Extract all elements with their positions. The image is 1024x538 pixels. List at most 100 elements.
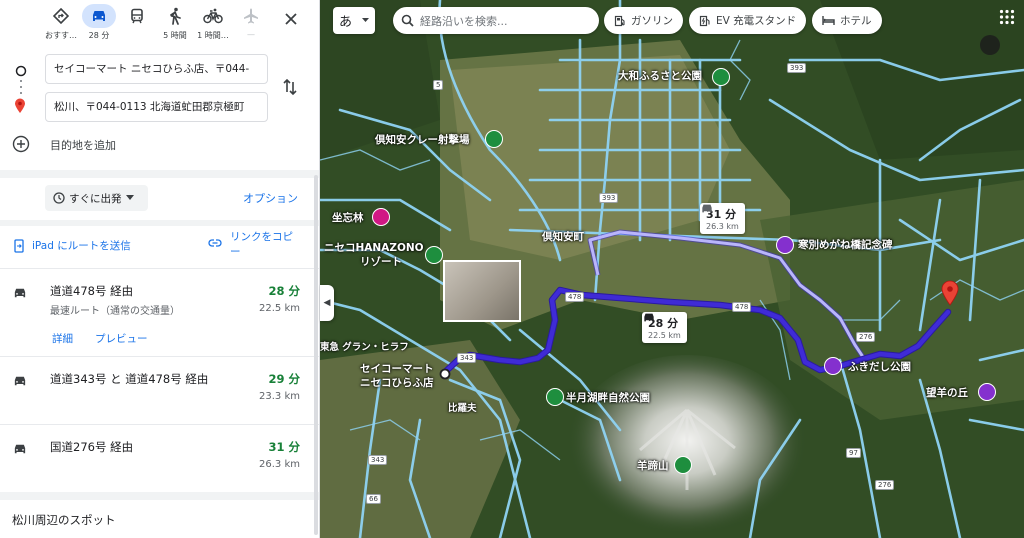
travel-mode-bar: おすす… 28 分 5 時間 1 時間… — <box>0 0 319 46</box>
divider <box>0 220 319 226</box>
chevron-left-icon: ◀ <box>323 298 331 308</box>
map-label[interactable]: 倶知安町 <box>542 229 584 244</box>
map-canvas[interactable]: 393 5 393 478 478 343 276 343 97 276 66 … <box>320 0 1024 538</box>
apps-grid-icon <box>999 9 1015 25</box>
landmark-pin-icon[interactable] <box>978 383 996 401</box>
map-label[interactable]: 坐忘林 <box>332 210 364 225</box>
search-icon <box>401 14 414 27</box>
walk-icon <box>158 4 192 28</box>
park-pin-icon[interactable] <box>485 130 503 148</box>
map-label[interactable]: 羊蹄山 <box>637 458 669 473</box>
route-distance: 23.3 km <box>259 391 300 402</box>
details-link[interactable]: 詳細 <box>52 331 73 346</box>
park-pin-icon[interactable] <box>425 246 443 264</box>
apps-grid-button[interactable] <box>999 9 1017 27</box>
panel-scrollbar[interactable] <box>314 175 318 535</box>
map-label[interactable]: 望羊の丘 <box>926 385 968 400</box>
map-label[interactable]: ニセコひらふ店 <box>360 375 434 390</box>
ev-charging-icon <box>699 15 710 26</box>
map-label[interactable]: 大和ふるさと公園 <box>618 68 702 83</box>
options-button[interactable]: オプション <box>243 190 298 206</box>
car-icon <box>14 288 26 298</box>
route-option-2[interactable]: 道道343号 と 道道478号 経由 29 分 23.3 km <box>0 356 319 424</box>
destination-input[interactable]: 松川、〒044-0113 北海道虻田郡京極町 <box>45 92 268 122</box>
collapse-panel-button[interactable]: ◀ <box>320 285 334 321</box>
add-destination-label[interactable]: 目的地を追加 <box>50 137 116 153</box>
car-icon <box>14 376 26 386</box>
road-number: 97 <box>846 448 861 458</box>
hotel-chip[interactable]: ホテル <box>812 7 882 34</box>
road-number: 393 <box>787 63 807 73</box>
recommended-icon <box>44 4 78 28</box>
map-label[interactable]: セイコーマート <box>360 361 434 376</box>
landmark-pin-icon[interactable] <box>776 236 794 254</box>
mode-transit[interactable] <box>118 4 156 44</box>
origin-input[interactable]: セイコーマート ニセコひらふ店、〒044- <box>45 54 268 84</box>
chevron-down-icon <box>125 195 134 200</box>
map-label[interactable]: ニセコHANAZONO <box>324 240 424 255</box>
street-photo-thumbnail[interactable] <box>443 260 521 322</box>
google-maps-directions: おすす… 28 分 5 時間 1 時間… — セイコーマート ニセコひらふ店、〒… <box>0 0 1024 538</box>
route-option-1[interactable]: 道道478号 経由 最速ルート（通常の交通量） 28 分 22.5 km 詳細 … <box>0 268 319 356</box>
send-device-icon <box>14 238 24 253</box>
route-name: 道道343号 と 道道478号 経由 <box>50 372 209 386</box>
close-directions-button[interactable] <box>280 8 302 30</box>
route-option-3[interactable]: 国道276号 経由 31 分 26.3 km <box>0 424 319 492</box>
car-icon <box>702 204 712 213</box>
swap-button[interactable] <box>281 76 301 98</box>
landmark-pin-icon[interactable] <box>824 357 842 375</box>
mountain-pin-icon[interactable] <box>674 456 692 474</box>
car-icon <box>644 313 654 322</box>
road-number: 276 <box>875 480 895 490</box>
map-label[interactable]: 寒別めがね橋記念碑 <box>798 237 893 252</box>
depart-time-dropdown[interactable]: すぐに出発 <box>45 185 148 211</box>
close-icon <box>285 13 297 25</box>
map-label[interactable]: 東急 グラン・ヒラフ <box>320 339 409 353</box>
send-to-ipad-button[interactable]: iPad にルートを送信 <box>14 238 131 253</box>
preview-link[interactable]: プレビュー <box>95 331 148 346</box>
clock-icon <box>53 192 65 204</box>
ev-charging-chip[interactable]: EV 充電スタンド <box>689 7 807 34</box>
road-number: 66 <box>366 494 381 504</box>
alt-route-tooltip[interactable]: 31 分 26.3 km <box>700 203 745 234</box>
chevron-down-icon <box>362 18 370 22</box>
park-pin-icon[interactable] <box>712 68 730 86</box>
mode-car[interactable]: 28 分 <box>80 4 118 44</box>
road-number: 343 <box>457 353 477 363</box>
map-label[interactable]: ふきだし公園 <box>848 359 911 374</box>
destination-pin-icon <box>14 98 26 118</box>
road-number: 478 <box>565 292 585 302</box>
mode-bike[interactable]: 1 時間… <box>194 4 232 44</box>
nearby-spots-heading: 松川周辺のスポット <box>12 513 116 527</box>
map-label[interactable]: リゾート <box>360 254 402 269</box>
route-note: 最速ルート（通常の交通量） <box>50 306 180 317</box>
park-pin-icon[interactable] <box>546 388 564 406</box>
search-along-route-input[interactable]: 経路沿いを検索... <box>393 7 599 34</box>
gas-pump-icon <box>614 15 625 26</box>
route-distance: 26.3 km <box>259 459 300 470</box>
car-icon <box>14 444 26 454</box>
route-duration: 31 分 <box>268 440 300 454</box>
add-destination-icon[interactable] <box>12 135 30 157</box>
route-duration: 29 分 <box>268 372 300 386</box>
main-route-tooltip[interactable]: 28 分 22.5 km <box>642 312 687 343</box>
input-method-button[interactable]: あ <box>333 7 375 34</box>
road-number: 276 <box>856 332 876 342</box>
bike-icon <box>196 4 230 28</box>
map-label[interactable]: 倶知安クレー射撃場 <box>375 132 470 147</box>
mode-recommended[interactable]: おすす… <box>42 4 80 44</box>
bed-icon <box>822 16 835 25</box>
plane-icon <box>234 4 268 28</box>
route-duration: 28 分 <box>268 284 300 298</box>
mode-flight[interactable]: — <box>232 4 270 44</box>
road-number: 343 <box>368 455 388 465</box>
hotel-pin-icon[interactable] <box>372 208 390 226</box>
link-icon <box>208 239 222 247</box>
map-label[interactable]: 半月湖畔自然公園 <box>566 390 650 405</box>
gas-station-chip[interactable]: ガソリン <box>604 7 683 34</box>
divider <box>0 492 319 500</box>
mode-walk[interactable]: 5 時間 <box>156 4 194 44</box>
copy-link-button[interactable]: リンクをコピー <box>208 230 300 260</box>
road-number: 5 <box>433 80 444 90</box>
map-label[interactable]: 比羅夫 <box>448 400 477 414</box>
